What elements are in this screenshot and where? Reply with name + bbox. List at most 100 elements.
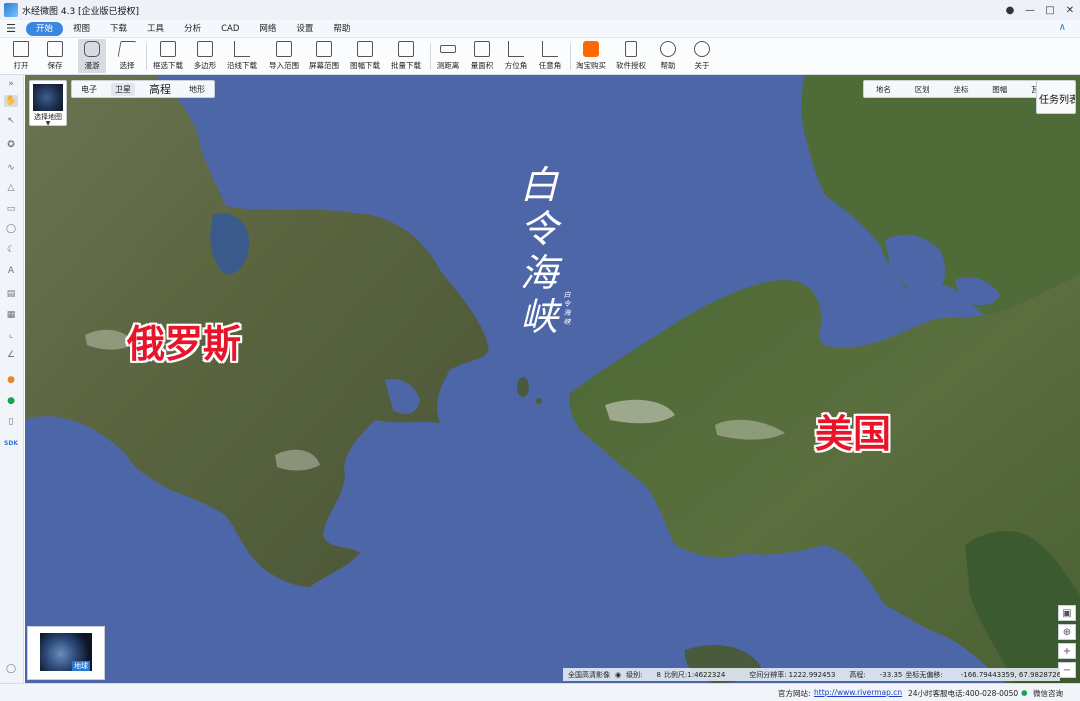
- polygon-download-button[interactable]: 多边形: [190, 39, 220, 73]
- palette-icon[interactable]: ●: [4, 374, 18, 386]
- azimuth-tool-icon[interactable]: ⌞: [4, 329, 18, 341]
- box-download-icon: [160, 41, 176, 57]
- open-button[interactable]: 打开: [8, 39, 34, 73]
- measure-distance-button[interactable]: 测距离: [434, 39, 462, 73]
- folder-icon: [13, 41, 29, 57]
- left-toolbar: » ✋ ↖ ✪ ∿ △ ▭ ◯ ☾ A ▤ ▦ ⌞ ∠ ● ● ▯ SDK ◯: [0, 75, 24, 683]
- maximize-icon[interactable]: □: [1040, 0, 1060, 20]
- toggle-coordinates[interactable]: 坐标: [953, 84, 968, 95]
- hand-tool-icon[interactable]: ✋: [4, 95, 18, 107]
- website-link[interactable]: http://www.rivermap.cn: [814, 688, 902, 697]
- taobao-button[interactable]: 淘宝购买: [574, 39, 608, 73]
- measure-area-button[interactable]: 量面积: [468, 39, 496, 73]
- tab-electronic[interactable]: 电子: [77, 83, 101, 96]
- screen-range-icon: [316, 41, 332, 57]
- map-type-tabs: 电子 卫星 高程 地形: [71, 80, 215, 98]
- menu-bar: ☰ 开始 视图 下载 工具 分析 CAD 网络 设置 帮助 ∧: [0, 20, 1080, 38]
- polyline-tool-icon[interactable]: ∿: [4, 162, 18, 174]
- elevation-value: -33.35: [879, 670, 903, 679]
- sheet-download-button[interactable]: 图幅下载: [346, 39, 384, 73]
- toggle-sheets[interactable]: 图幅: [992, 84, 1007, 95]
- fullscreen-icon[interactable]: ▣: [1058, 605, 1076, 621]
- tab-elevation[interactable]: 高程: [145, 80, 175, 98]
- menu-start[interactable]: 开始: [26, 21, 64, 36]
- menu-tools[interactable]: 工具: [137, 22, 174, 36]
- tab-terrain[interactable]: 地形: [185, 83, 209, 96]
- collapse-ribbon-icon[interactable]: ∧: [1059, 22, 1066, 33]
- ribbon-separator: [570, 43, 571, 70]
- open-label: 打开: [13, 61, 29, 70]
- hamburger-menu-icon[interactable]: ☰: [0, 22, 22, 35]
- ribbon-toolbar: 打开 保存 漫游 选择 框选下载 多边形 沿线下载 导入范围 屏幕范围 图幅下载…: [0, 38, 1080, 75]
- angle-button[interactable]: 任意角: [536, 39, 564, 73]
- text-tool-icon[interactable]: A: [4, 265, 18, 277]
- azimuth-icon: [508, 41, 524, 57]
- zoom-in-button[interactable]: +: [1058, 643, 1076, 659]
- menu-view[interactable]: 视图: [63, 22, 100, 36]
- wechat-consult-link[interactable]: 微信咨询: [1033, 688, 1063, 699]
- russia-label: 俄罗斯: [127, 322, 242, 366]
- phone-icon[interactable]: ▯: [4, 416, 18, 428]
- sector-tool-icon[interactable]: ☾: [4, 244, 18, 256]
- pan-label: 漫游: [84, 61, 100, 70]
- toggle-place-names[interactable]: 地名: [876, 84, 891, 95]
- minimize-icon[interactable]: —: [1020, 0, 1040, 20]
- ribbon-separator: [146, 43, 147, 70]
- expand-icon[interactable]: »: [4, 78, 18, 90]
- marker-tool-icon[interactable]: ✪: [4, 139, 18, 151]
- area-tool-icon[interactable]: △: [4, 182, 18, 194]
- angle-tool-icon[interactable]: ∠: [4, 349, 18, 361]
- save-button[interactable]: 保存: [42, 39, 68, 73]
- sdk-icon[interactable]: SDK: [4, 437, 18, 449]
- help-circle-icon[interactable]: ◯: [4, 663, 18, 675]
- select-label: 选择: [119, 61, 135, 70]
- import-range-icon: [276, 41, 292, 57]
- layer-thumbnail: [33, 84, 63, 111]
- pan-button[interactable]: 漫游: [78, 39, 106, 73]
- measure-area-label: 量面积: [470, 61, 494, 70]
- circle-tool-icon[interactable]: ◯: [4, 223, 18, 235]
- menu-network[interactable]: 网络: [249, 22, 286, 36]
- line-download-icon: [234, 41, 250, 57]
- close-icon[interactable]: ✕: [1060, 0, 1080, 20]
- about-button[interactable]: 关于: [688, 39, 716, 73]
- angle-label: 任意角: [538, 61, 562, 70]
- layer-switcher[interactable]: 选择地图 ▼: [29, 80, 67, 127]
- user-icon[interactable]: ●: [1000, 0, 1020, 20]
- locate-icon[interactable]: ⊕: [1058, 624, 1076, 640]
- map-canvas[interactable]: 白令海峡 白令海峡 俄罗斯 美国 选择地图 ▼ 电子 卫星 高程 地形 地名 区…: [25, 75, 1080, 683]
- line-download-button[interactable]: 沿线下载: [224, 39, 260, 73]
- share-icon[interactable]: ●: [4, 395, 18, 407]
- menu-analysis[interactable]: 分析: [174, 22, 211, 36]
- batch-download-button[interactable]: 批量下载: [388, 39, 424, 73]
- overlay-toggles: 地名 区划 坐标 图幅 瓦片: [863, 80, 1059, 98]
- box-download-button[interactable]: 框选下载: [150, 39, 186, 73]
- select-button[interactable]: 选择: [114, 39, 140, 73]
- screen-range-button[interactable]: 屏幕范围: [306, 39, 342, 73]
- strait-label: 白令海峡: [519, 163, 558, 339]
- angle-icon: [542, 41, 558, 57]
- azimuth-button[interactable]: 方位角: [502, 39, 530, 73]
- tab-satellite[interactable]: 卫星: [111, 82, 135, 96]
- import-range-button[interactable]: 导入范围: [266, 39, 302, 73]
- taobao-label: 淘宝购买: [576, 61, 606, 70]
- menu-help[interactable]: 帮助: [323, 22, 360, 36]
- level-label: 级别:: [626, 670, 643, 679]
- area-measure-tool-icon[interactable]: ▦: [4, 309, 18, 321]
- pointer-tool-icon[interactable]: ↖: [4, 115, 18, 127]
- zoom-out-button[interactable]: −: [1058, 662, 1076, 678]
- strait-small-label: 白令海峡: [563, 291, 571, 326]
- help-label: 帮助: [660, 61, 676, 70]
- menu-cad[interactable]: CAD: [211, 22, 249, 36]
- cursor-icon: [117, 41, 137, 57]
- menu-settings[interactable]: 设置: [286, 22, 323, 36]
- menu-download[interactable]: 下载: [100, 22, 137, 36]
- task-list-button[interactable]: 任务列表: [1036, 80, 1076, 114]
- toggle-boundaries[interactable]: 区划: [915, 84, 930, 95]
- license-button[interactable]: 软件授权: [614, 39, 648, 73]
- measure-tool-icon[interactable]: ▤: [4, 288, 18, 300]
- globe-view-button[interactable]: 地球: [27, 626, 105, 680]
- help-button[interactable]: 帮助: [654, 39, 682, 73]
- window-title: 水经微图 4.3 [企业版已授权]: [22, 6, 140, 17]
- rectangle-tool-icon[interactable]: ▭: [4, 203, 18, 215]
